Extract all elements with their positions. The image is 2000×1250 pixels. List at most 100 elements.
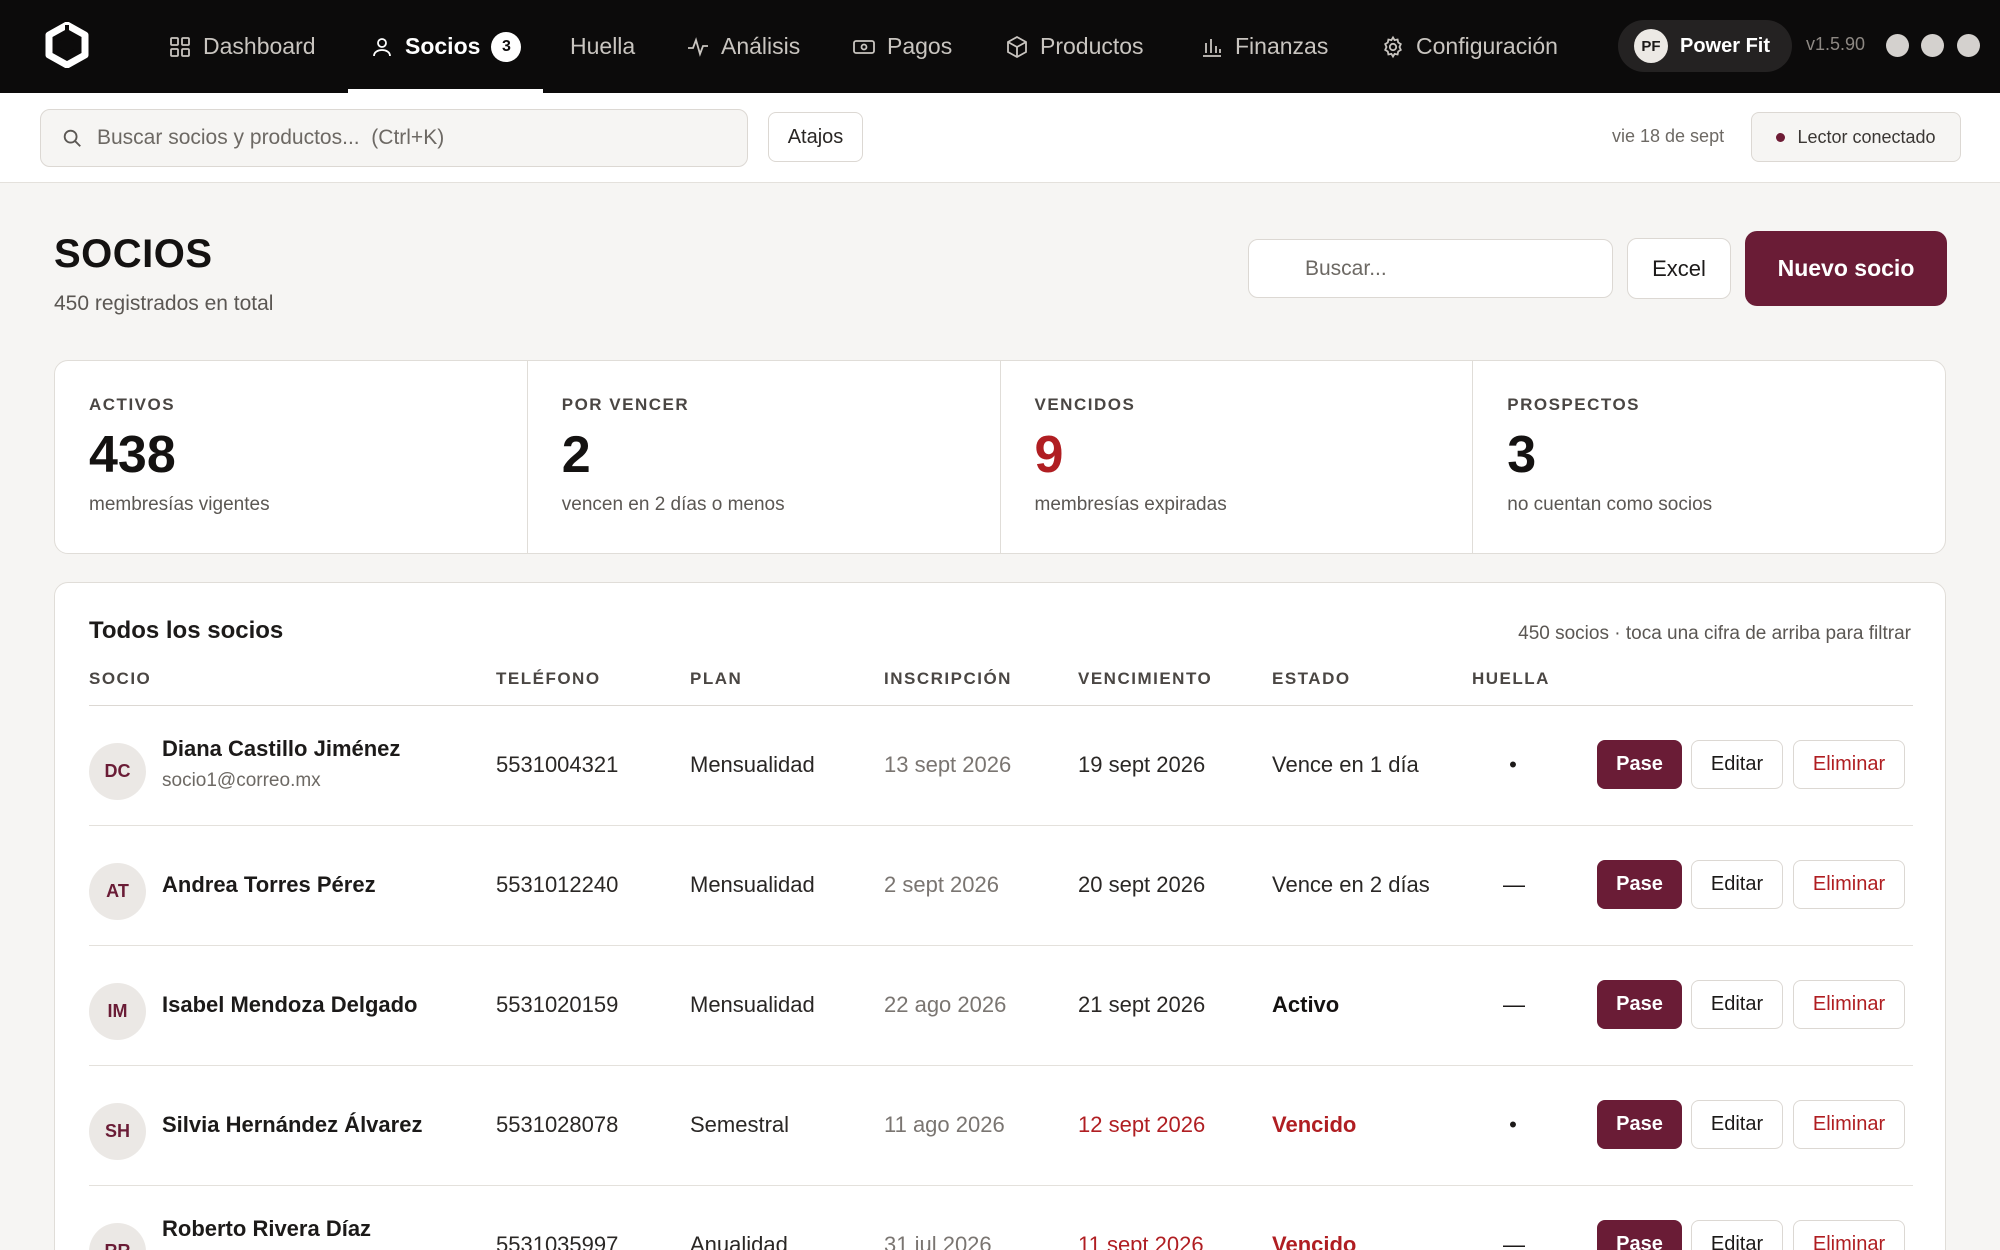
member-expiry-date: 21 sept 2026 (1078, 992, 1206, 1017)
column-header-vencimiento[interactable]: VENCIMIENTO (1078, 669, 1212, 689)
delete-button[interactable]: Eliminar (1793, 980, 1905, 1029)
member-expiry-date: 12 sept 2026 (1078, 1112, 1206, 1137)
box-icon (1007, 35, 1027, 58)
gear-icon (1384, 35, 1402, 58)
nav-label: Análisis (721, 33, 801, 59)
avatar: IM (89, 983, 146, 1040)
stat-label: VENCIDOS (1034, 395, 1136, 414)
app-version: v1.5.90 (1806, 34, 1866, 54)
member-plan: Mensualidad (690, 992, 815, 1017)
member-name[interactable]: Silvia Hernández Álvarez (162, 1112, 422, 1138)
fingerprint-indicator: • (1509, 1112, 1517, 1137)
stat-value: 9 (1034, 426, 1064, 484)
edit-button[interactable]: Editar (1691, 1220, 1783, 1250)
app-logo-icon[interactable] (44, 22, 90, 68)
avatar: PF (1634, 29, 1668, 63)
member-plan: Mensualidad (690, 872, 815, 897)
global-search-input[interactable] (97, 126, 717, 150)
member-status: Vencido (1272, 1112, 1357, 1137)
table-row[interactable]: RR Roberto Rivera Díaz 5531035997 Anuali… (55, 1186, 1945, 1250)
stat-label: POR VENCER (561, 395, 690, 414)
member-status: Vence en 2 días (1272, 872, 1430, 897)
edit-button[interactable]: Editar (1691, 980, 1783, 1029)
stat-prospectos[interactable]: PROSPECTOS 3 no cuentan como socios (1472, 361, 1945, 553)
profile-menu[interactable]: PF Power Fit (1618, 20, 1792, 72)
pass-button[interactable]: Pase (1597, 980, 1682, 1029)
members-table-card: Todos los socios 450 socios · toca una c… (54, 582, 1946, 1250)
shortcuts-button[interactable]: Atajos (768, 112, 863, 162)
member-plan: Semestral (690, 1112, 790, 1137)
pass-button[interactable]: Pase (1597, 1220, 1682, 1250)
edit-button[interactable]: Editar (1691, 740, 1783, 789)
nav-item-socios[interactable]: Socios 3 (348, 0, 544, 93)
edit-button[interactable]: Editar (1691, 1100, 1783, 1149)
member-phone: 5531035997 (496, 1232, 619, 1250)
member-name[interactable]: Andrea Torres Pérez (162, 872, 376, 898)
table-row[interactable]: DC Diana Castillo Jiménez socio1@correo.… (55, 706, 1945, 826)
export-excel-button[interactable]: Excel (1627, 238, 1731, 299)
column-header-telefono[interactable]: TELÉFONO (496, 669, 601, 689)
current-date: vie 18 de sept (1612, 126, 1725, 146)
delete-button[interactable]: Eliminar (1793, 1220, 1905, 1250)
table-row[interactable]: IM Isabel Mendoza Delgado 5531020159 Men… (55, 946, 1945, 1066)
stat-por-vencer[interactable]: POR VENCER 2 vencen en 2 días o menos (526, 361, 1000, 553)
stat-description: no cuentan como socios (1507, 494, 1713, 516)
pass-button[interactable]: Pase (1597, 860, 1682, 909)
member-phone: 5531004321 (496, 752, 619, 777)
avatar: AT (89, 863, 146, 920)
delete-button[interactable]: Eliminar (1793, 860, 1905, 909)
delete-button[interactable]: Eliminar (1793, 740, 1905, 789)
member-email: socio1@correo.mx (162, 770, 321, 791)
close-window-button[interactable] (1957, 34, 1980, 57)
column-header-inscripcion[interactable]: INSCRIPCIÓN (884, 669, 1012, 689)
new-member-button[interactable]: Nuevo socio (1745, 231, 1947, 306)
pass-button[interactable]: Pase (1597, 740, 1682, 789)
member-name[interactable]: Roberto Rivera Díaz (162, 1216, 371, 1242)
table-row[interactable]: AT Andrea Torres Pérez 5531012240 Mensua… (55, 826, 1945, 946)
avatar: SH (89, 1103, 146, 1160)
column-header-huella[interactable]: HUELLA (1472, 669, 1550, 689)
reader-status-badge[interactable]: Lector conectado (1751, 112, 1961, 162)
nav-count-badge: 3 (491, 31, 522, 62)
fingerprint-indicator: — (1503, 992, 1525, 1017)
nav-label: Finanzas (1235, 33, 1329, 59)
nav-item-dashboard[interactable]: Dashboard (168, 0, 316, 93)
stat-activos[interactable]: ACTIVOS 438 membresías vigentes (55, 361, 527, 553)
nav-item-pagos[interactable]: Pagos (852, 0, 952, 93)
member-signup-date: 22 ago 2026 (884, 992, 1007, 1017)
table-row[interactable]: SH Silvia Hernández Álvarez 5531028078 S… (55, 1066, 1945, 1186)
member-signup-date: 13 sept 2026 (884, 752, 1012, 777)
nav-label: Productos (1040, 33, 1144, 59)
edit-button[interactable]: Editar (1691, 860, 1783, 909)
nav-item-huella[interactable]: Huella (570, 0, 635, 93)
nav-label: Socios (405, 33, 481, 59)
money-icon (853, 39, 875, 54)
member-phone: 5531028078 (496, 1112, 619, 1137)
member-name[interactable]: Isabel Mendoza Delgado (162, 992, 418, 1018)
column-header-estado[interactable]: ESTADO (1272, 669, 1351, 689)
member-expiry-date: 19 sept 2026 (1078, 752, 1206, 777)
column-header-socio[interactable]: SOCIO (89, 669, 151, 689)
minimize-window-button[interactable] (1886, 34, 1909, 57)
member-status: Vencido (1272, 1232, 1357, 1250)
nav-item-finanzas[interactable]: Finanzas (1200, 0, 1328, 93)
global-search-box[interactable] (40, 109, 748, 167)
maximize-window-button[interactable] (1921, 34, 1944, 57)
delete-button[interactable]: Eliminar (1793, 1100, 1905, 1149)
nav-item-configuracion[interactable]: Configuración (1381, 0, 1558, 93)
member-signup-date: 31 jul 2026 (884, 1232, 992, 1250)
stats-summary: ACTIVOS 438 membresías vigentes POR VENC… (54, 360, 1946, 554)
fingerprint-indicator: — (1503, 1232, 1525, 1250)
stat-vencidos[interactable]: VENCIDOS 9 membresías expiradas (999, 361, 1473, 553)
member-name[interactable]: Diana Castillo Jiménez (162, 736, 400, 762)
stat-label: PROSPECTOS (1507, 395, 1641, 414)
pass-button[interactable]: Pase (1597, 1100, 1682, 1149)
member-search-input[interactable] (1248, 239, 1613, 298)
column-header-plan[interactable]: PLAN (690, 669, 742, 689)
nav-item-productos[interactable]: Productos (1005, 0, 1144, 93)
command-bar: Atajos vie 18 de sept Lector conectado (0, 93, 2000, 183)
nav-item-analisis[interactable]: Análisis (686, 0, 800, 93)
nav-label: Huella (570, 33, 636, 59)
fingerprint-indicator: • (1509, 752, 1517, 777)
member-signup-date: 11 ago 2026 (884, 1112, 1005, 1137)
